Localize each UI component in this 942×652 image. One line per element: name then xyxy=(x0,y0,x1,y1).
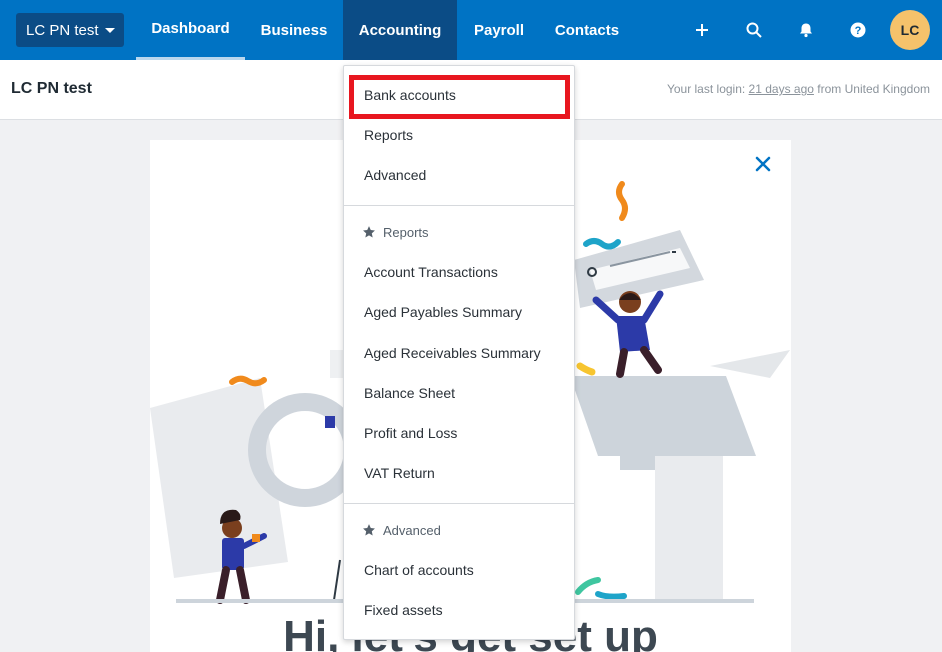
tab-dashboard-label: Dashboard xyxy=(151,20,230,37)
tab-contacts-label: Contacts xyxy=(554,21,620,39)
bell-icon[interactable] xyxy=(793,17,819,43)
last-login-link[interactable]: 21 days ago xyxy=(749,82,814,96)
advanced-section-heading: Advanced xyxy=(383,522,441,538)
menu-item-advanced[interactable]: Advanced xyxy=(364,165,426,185)
avatar-initials: LC xyxy=(900,22,920,38)
menu-item-account-transactions[interactable]: Account Transactions xyxy=(364,262,498,282)
menu-item-profit-and-loss[interactable]: Profit and Loss xyxy=(364,423,457,443)
last-login-prefix: Your last login: xyxy=(666,82,749,96)
last-login-info: Your last login: 21 days ago from United… xyxy=(667,82,930,96)
menu-divider xyxy=(344,205,574,206)
star-icon xyxy=(363,524,375,536)
plus-icon[interactable] xyxy=(689,17,715,43)
menu-item-aged-payables-summary[interactable]: Aged Payables Summary xyxy=(364,302,522,322)
menu-item-fixed-assets[interactable]: Fixed assets xyxy=(364,600,443,620)
tab-payroll-label: Payroll xyxy=(473,21,525,39)
menu-item-bank-accounts[interactable]: Bank accounts xyxy=(364,85,456,105)
tab-accounting[interactable]: Accounting xyxy=(343,0,457,60)
last-login-suffix: from United Kingdom xyxy=(813,82,930,96)
menu-item-chart-of-accounts[interactable]: Chart of accounts xyxy=(364,560,474,580)
help-icon[interactable]: ? xyxy=(845,17,871,43)
star-icon xyxy=(363,226,375,238)
tab-accounting-label: Accounting xyxy=(358,21,442,39)
organisation-switcher[interactable]: LC PN test xyxy=(16,13,124,47)
search-icon[interactable] xyxy=(741,17,767,43)
tab-contacts[interactable]: Contacts xyxy=(541,0,633,60)
top-navbar: LC PN test Dashboard Business Accounting… xyxy=(0,0,942,60)
menu-item-aged-receivables-summary[interactable]: Aged Receivables Summary xyxy=(364,343,541,363)
menu-divider xyxy=(344,503,574,504)
menu-item-vat-return[interactable]: VAT Return xyxy=(364,463,435,483)
page-title: LC PN test xyxy=(11,80,92,97)
caret-down-icon xyxy=(104,27,115,33)
reports-section-heading: Reports xyxy=(383,224,429,240)
tab-dashboard[interactable]: Dashboard xyxy=(136,0,245,60)
tab-business[interactable]: Business xyxy=(247,0,341,60)
organisation-name: LC PN test xyxy=(26,21,99,39)
accounting-dropdown-menu: Bank accounts Reports Advanced Reports A… xyxy=(343,65,575,640)
tab-payroll[interactable]: Payroll xyxy=(460,0,538,60)
reports-section-header: Reports xyxy=(362,223,429,241)
user-avatar[interactable]: LC xyxy=(890,10,930,50)
advanced-section-header: Advanced xyxy=(362,521,441,539)
menu-item-reports[interactable]: Reports xyxy=(364,125,413,145)
menu-item-balance-sheet[interactable]: Balance Sheet xyxy=(364,383,455,403)
tab-business-label: Business xyxy=(260,21,328,39)
svg-text:?: ? xyxy=(855,25,862,37)
